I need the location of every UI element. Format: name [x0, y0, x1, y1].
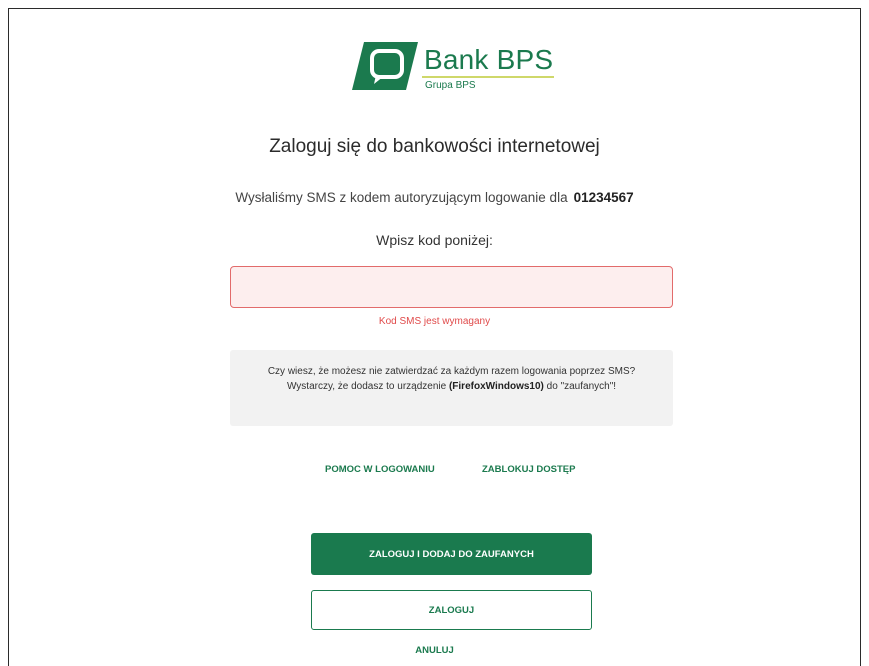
device-name: (FirefoxWindows10) — [448, 381, 544, 392]
login-and-trust-button[interactable]: ZALOGUJ I DODAJ DO ZAUFANYCH — [311, 533, 592, 575]
sms-info-text: Wysłaliśmy SMS z kodem autoryzującym log… — [235, 190, 568, 205]
logo-divider — [422, 76, 554, 78]
cancel-link[interactable]: ANULUJ — [0, 645, 869, 656]
enter-code-label: Wpisz kod poniżej: — [376, 232, 493, 248]
bank-logo-mark-icon — [352, 42, 418, 90]
page-title: Zaloguj się do bankowości internetowej — [269, 136, 600, 157]
login-help-link[interactable]: POMOC W LOGOWANIU — [325, 464, 435, 475]
login-button[interactable]: ZALOGUJ — [311, 590, 592, 630]
bank-name: Bank BPS — [424, 44, 554, 75]
block-access-link[interactable]: ZABLOKUJ DOSTĘP — [482, 464, 575, 475]
trusted-device-info-box: Czy wiesz, że możesz nie zatwierdzać za … — [230, 350, 673, 426]
client-number: 01234567 — [573, 190, 634, 205]
info-text-after: do "zaufanych"! — [546, 381, 617, 392]
sms-code-error: Kod SMS jest wymagany — [378, 316, 491, 327]
bank-group-name: Grupa BPS — [425, 80, 476, 91]
sms-code-input[interactable] — [230, 266, 673, 308]
sms-info-line: Wysłaliśmy SMS z kodem autoryzującym log… — [0, 190, 869, 205]
bank-logo: Bank BPS Grupa BPS — [352, 42, 562, 94]
